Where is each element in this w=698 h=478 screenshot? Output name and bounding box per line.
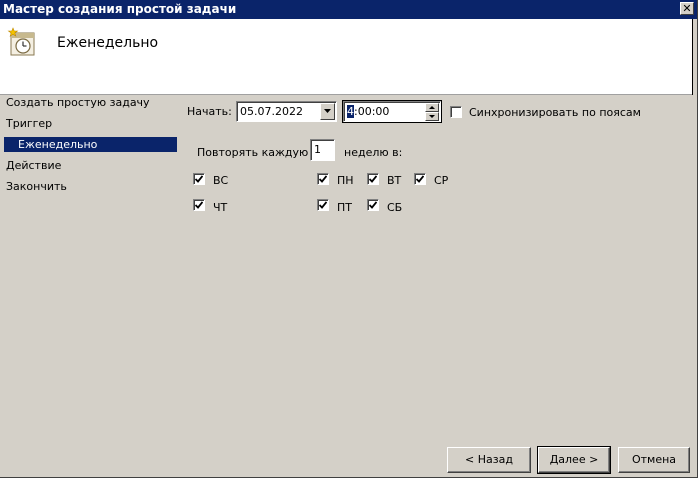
day-checkbox-wed[interactable]: [414, 173, 426, 185]
start-time-field[interactable]: 4:00:00: [342, 100, 442, 123]
checkmark-icon: [195, 201, 203, 209]
close-button[interactable]: ✕: [680, 2, 694, 15]
wizard-window: Мастер создания простой задачи ✕ Еженеде…: [0, 0, 698, 478]
day-label-mon: ПН: [337, 174, 354, 187]
checkmark-icon: [369, 175, 377, 183]
nav-item-finish[interactable]: Закончить: [6, 180, 67, 193]
day-checkbox-tue[interactable]: [367, 173, 379, 185]
checkmark-icon: [195, 175, 203, 183]
day-label-sun: ВС: [213, 174, 229, 187]
repeat-weeks-value: 1: [314, 143, 321, 156]
time-spin-up-button[interactable]: [425, 103, 439, 112]
title-bar: Мастер создания простой задачи ✕: [0, 0, 697, 19]
sync-timezones-label: Синхронизировать по поясам: [469, 106, 641, 119]
day-label-tue: ВТ: [387, 174, 402, 187]
chevron-up-icon: [429, 106, 435, 109]
day-label-fri: ПТ: [337, 201, 352, 214]
day-label-sat: СБ: [387, 201, 403, 214]
chevron-down-icon: [429, 115, 435, 118]
start-date-picker[interactable]: 05.07.2022: [236, 101, 337, 122]
next-button[interactable]: Далее >: [537, 446, 611, 474]
start-time-hour: 4: [347, 105, 354, 118]
day-label-wed: СР: [434, 174, 449, 187]
nav-item-create-task[interactable]: Создать простую задачу: [6, 96, 150, 109]
date-dropdown-button[interactable]: [320, 103, 335, 120]
start-time-rest: :00:00: [354, 105, 390, 118]
time-spin-down-button[interactable]: [425, 112, 439, 121]
window-title: Мастер создания простой задачи: [3, 2, 237, 16]
start-date-value: 05.07.2022: [240, 105, 303, 118]
checkmark-icon: [319, 175, 327, 183]
start-time-value: 4:00:00: [347, 105, 389, 118]
start-label: Начать:: [187, 105, 232, 118]
day-checkbox-thu[interactable]: [193, 199, 205, 211]
weeks-label: неделю в:: [344, 146, 403, 159]
day-label-thu: ЧТ: [213, 201, 228, 214]
wizard-header: Еженедельно: [0, 19, 692, 95]
nav-item-weekly[interactable]: Еженедельно: [4, 137, 177, 152]
page-title: Еженедельно: [57, 35, 159, 51]
day-checkbox-sat[interactable]: [367, 199, 379, 211]
checkmark-icon: [319, 201, 327, 209]
sync-timezones-checkbox[interactable]: [450, 106, 462, 118]
back-button[interactable]: < Назад: [447, 447, 531, 473]
repeat-label: Повторять каждую: [197, 146, 309, 159]
checkmark-icon: [416, 175, 424, 183]
chevron-down-icon: [324, 109, 331, 113]
close-icon: ✕: [682, 2, 692, 15]
cancel-button[interactable]: Отмена: [618, 447, 690, 473]
nav-item-trigger[interactable]: Триггер: [6, 117, 52, 130]
header-edge: [692, 19, 697, 95]
day-checkbox-fri[interactable]: [317, 199, 329, 211]
day-checkbox-sun[interactable]: [193, 173, 205, 185]
repeat-weeks-input[interactable]: 1: [310, 139, 335, 161]
nav-item-action[interactable]: Действие: [6, 159, 61, 172]
calendar-clock-icon: [7, 27, 35, 56]
day-checkbox-mon[interactable]: [317, 173, 329, 185]
checkmark-icon: [369, 201, 377, 209]
